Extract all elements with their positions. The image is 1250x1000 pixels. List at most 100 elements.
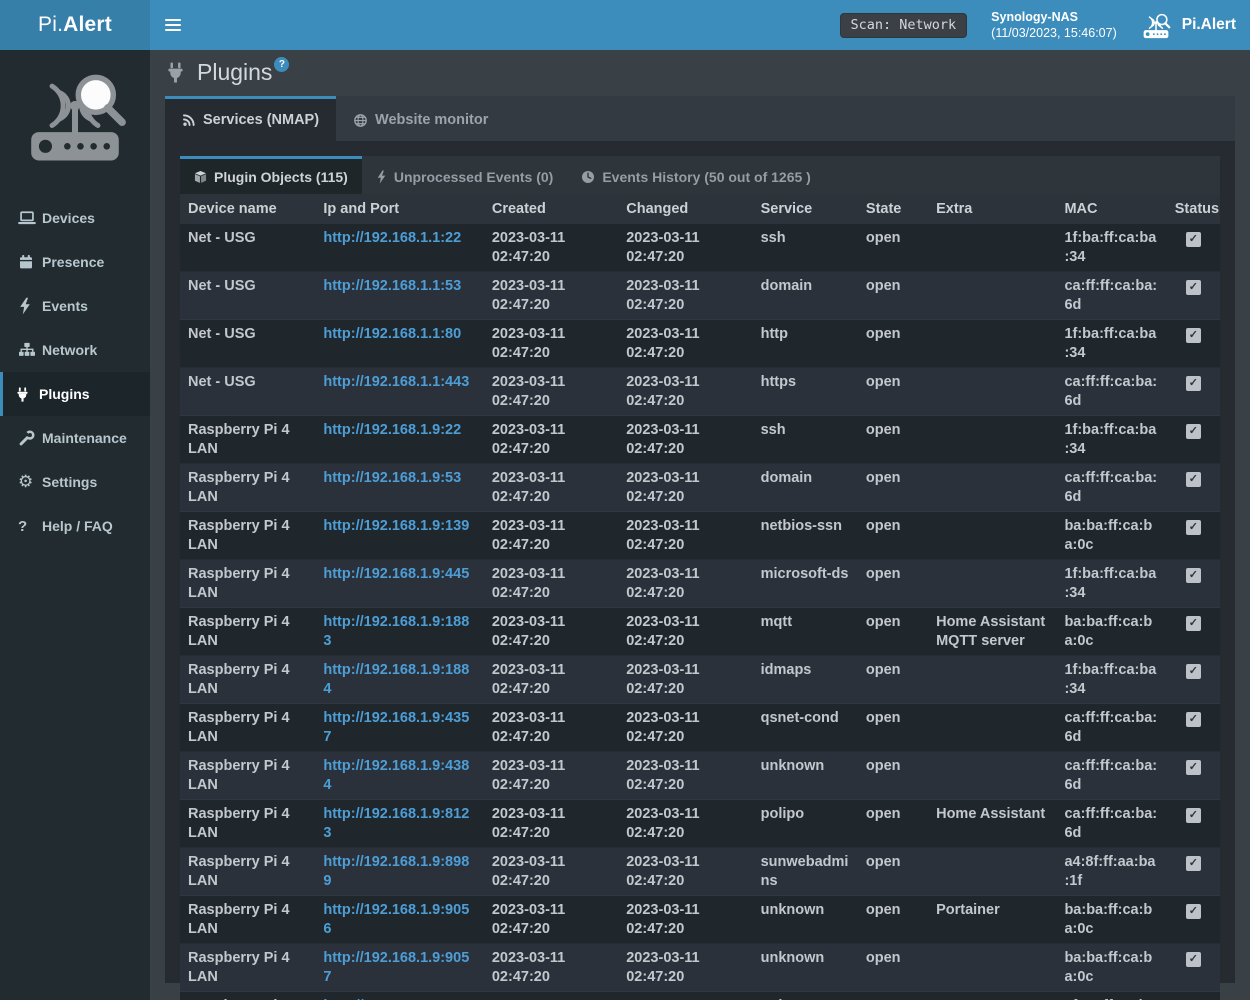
scan-timestamp: (11/03/2023, 15:46:07) xyxy=(991,25,1117,41)
wrench-icon xyxy=(18,430,42,447)
service-cell: qsnet-cond xyxy=(753,704,858,752)
ip-port-link[interactable]: http://192.168.1.1:80 xyxy=(323,326,461,342)
created-cell: 2023-03-11 02:47:20 xyxy=(484,896,618,944)
sidebar-item-presence[interactable]: Presence xyxy=(0,240,150,284)
mac-cell: ba:ba:ff:ca:ba:0c xyxy=(1056,896,1166,944)
extra-cell xyxy=(928,416,1056,464)
status-checkbox[interactable]: ✓ xyxy=(1186,424,1201,439)
question-icon: ? xyxy=(18,518,42,535)
extra-cell xyxy=(928,560,1056,608)
ip-port-link[interactable]: http://192.168.1.9:9056 xyxy=(323,902,469,937)
created-cell: 2023-03-11 02:47:20 xyxy=(484,368,618,416)
status-checkbox[interactable]: ✓ xyxy=(1186,328,1201,343)
sidebar-item-settings[interactable]: ⚙ Settings xyxy=(0,460,150,504)
ip-port-link[interactable]: http://192.168.1.9:445 xyxy=(323,566,469,582)
changed-cell: 2023-03-11 02:47:20 xyxy=(618,272,752,320)
ip-port-link[interactable]: http://192.168.1.9:139 xyxy=(323,518,469,534)
ip-port-link[interactable]: http://192.168.1.9:8123 xyxy=(323,806,469,841)
gear-icon: ⚙ xyxy=(18,474,42,490)
ip-port-link[interactable]: http://192.168.1.9:53 xyxy=(323,470,461,486)
column-header-mac[interactable]: MAC xyxy=(1056,194,1166,224)
changed-cell: 2023-03-11 02:47:20 xyxy=(618,704,752,752)
ip-port-link[interactable]: http://192.168.1.1:443 xyxy=(323,374,469,390)
laptop-icon xyxy=(18,209,42,227)
column-header-changed[interactable]: Changed xyxy=(618,194,752,224)
status-checkbox[interactable]: ✓ xyxy=(1186,856,1201,871)
app-logo[interactable]: Pi.Alert xyxy=(0,0,150,50)
state-cell: open xyxy=(858,224,928,272)
state-cell: open xyxy=(858,512,928,560)
status-checkbox[interactable]: ✓ xyxy=(1186,952,1201,967)
status-checkbox[interactable]: ✓ xyxy=(1186,520,1201,535)
status-checkbox[interactable]: ✓ xyxy=(1186,376,1201,391)
ip-port-link[interactable]: http://192.168.1.9:4384 xyxy=(323,758,469,793)
status-checkbox[interactable]: ✓ xyxy=(1186,568,1201,583)
extra-cell: Home Assistant MQTT server xyxy=(928,608,1056,656)
created-cell: 2023-03-11 02:47:20 xyxy=(484,512,618,560)
changed-cell: 2023-03-11 02:47:20 xyxy=(618,800,752,848)
sidebar-item-label: Settings xyxy=(42,474,97,490)
state-cell: open xyxy=(858,848,928,896)
status-checkbox[interactable]: ✓ xyxy=(1186,760,1201,775)
service-cell: unknown xyxy=(753,896,858,944)
ip-port-link[interactable]: http://192.168.1.9:1883 xyxy=(323,614,469,649)
ip-port-link[interactable]: http://192.168.1.9:8989 xyxy=(323,854,469,889)
table-row: Raspberry Pi 4 LAN http://192.168.1.9:18… xyxy=(180,656,1220,704)
ip-port-link[interactable]: http://192.168.1.1:53 xyxy=(323,278,461,294)
subtab-unprocessed-events[interactable]: Unprocessed Events (0) xyxy=(362,156,568,194)
column-header-state[interactable]: State xyxy=(858,194,928,224)
mac-cell: ca:ff:ff:ca:ba:6d xyxy=(1056,272,1166,320)
extra-cell xyxy=(928,752,1056,800)
device-name-cell: Raspberry Pi 4 LAN xyxy=(180,800,315,848)
service-cell: http xyxy=(753,320,858,368)
status-checkbox[interactable]: ✓ xyxy=(1186,904,1201,919)
router-scanner-icon xyxy=(1139,10,1173,40)
state-cell: open xyxy=(858,656,928,704)
column-header-service[interactable]: Service xyxy=(753,194,858,224)
service-cell: unknown xyxy=(753,944,858,992)
ip-port-link[interactable]: http://192.168.1.9:1884 xyxy=(323,662,469,697)
subtab-label: Events History (50 out of 1265 ) xyxy=(602,169,811,185)
state-cell: open xyxy=(858,896,928,944)
table-header-row: Device name Ip and Port Created Changed … xyxy=(180,194,1220,224)
sidebar-item-network[interactable]: Network xyxy=(0,328,150,372)
help-badge[interactable]: ? xyxy=(274,57,289,72)
changed-cell: 2023-03-11 02:47:20 xyxy=(618,752,752,800)
navbar-brand[interactable]: Pi.Alert xyxy=(1139,10,1236,40)
sidebar-item-maintenance[interactable]: Maintenance xyxy=(0,416,150,460)
tab-services-nmap[interactable]: Services (NMAP) xyxy=(165,96,336,141)
tab-label: Services (NMAP) xyxy=(203,112,319,128)
sidebar-item-help[interactable]: ? Help / FAQ xyxy=(0,504,150,548)
ip-port-link[interactable]: http://192.168.1.1:22 xyxy=(323,230,461,246)
status-checkbox[interactable]: ✓ xyxy=(1186,232,1201,247)
sidebar-item-devices[interactable]: Devices xyxy=(0,196,150,240)
column-header-ip-and-port[interactable]: Ip and Port xyxy=(315,194,483,224)
column-header-created[interactable]: Created xyxy=(484,194,618,224)
ip-port-link[interactable]: http://192.168.1.9:9057 xyxy=(323,950,469,985)
sidebar-item-plugins[interactable]: Plugins xyxy=(0,372,150,416)
table-row: Raspberry Pi 4 LAN http://192.168.1.9:89… xyxy=(180,848,1220,896)
column-header-device-name[interactable]: Device name xyxy=(180,194,315,224)
state-cell: open xyxy=(858,320,928,368)
sidebar-toggle-button[interactable] xyxy=(150,0,196,50)
status-checkbox[interactable]: ✓ xyxy=(1186,280,1201,295)
status-checkbox[interactable]: ✓ xyxy=(1186,712,1201,727)
ip-port-link[interactable]: http://192.168.1.9:22 xyxy=(323,422,461,438)
subtab-plugin-objects[interactable]: Plugin Objects (115) xyxy=(180,156,362,194)
sidebar-item-events[interactable]: Events xyxy=(0,284,150,328)
status-checkbox[interactable]: ✓ xyxy=(1186,472,1201,487)
state-cell: open xyxy=(858,368,928,416)
device-name-cell: Net - USG xyxy=(180,224,315,272)
sidebar-item-label: Network xyxy=(42,342,97,358)
extra-cell xyxy=(928,464,1056,512)
column-header-extra[interactable]: Extra xyxy=(928,194,1056,224)
ip-port-link[interactable]: http://192.168.1.9:4357 xyxy=(323,710,469,745)
status-checkbox[interactable]: ✓ xyxy=(1186,616,1201,631)
tab-website-monitor[interactable]: Website monitor xyxy=(336,96,505,141)
column-header-status[interactable]: Status xyxy=(1167,194,1220,224)
status-checkbox[interactable]: ✓ xyxy=(1186,664,1201,679)
device-name-cell: Raspberry Pi 4 LAN xyxy=(180,896,315,944)
extra-cell xyxy=(928,272,1056,320)
subtab-events-history[interactable]: Events History (50 out of 1265 ) xyxy=(567,156,825,194)
status-checkbox[interactable]: ✓ xyxy=(1186,808,1201,823)
